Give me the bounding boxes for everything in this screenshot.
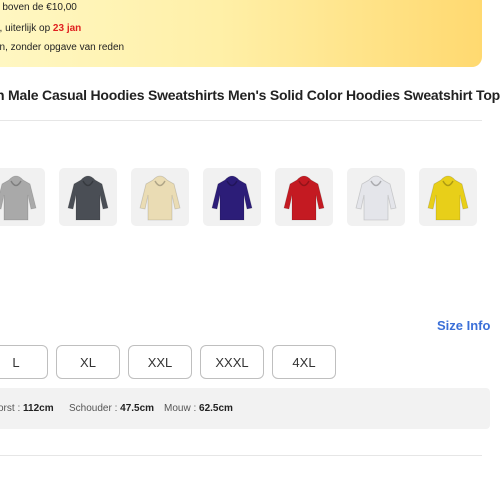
hoodie-icon (0, 175, 37, 221)
color-swatch-dark-gray[interactable] (59, 168, 117, 226)
color-swatch-white[interactable] (347, 168, 405, 226)
measurement-shoulder-label: Schouder : (69, 403, 118, 414)
measurement-chest: orst : 112cm (0, 403, 54, 414)
size-option-l[interactable]: L (0, 345, 48, 379)
promo-free-shipping-text: n boven de €10,00 (0, 2, 77, 13)
promo-banner: n boven de €10,00 n, uiterlijk op 23 jan… (0, 0, 482, 67)
hoodie-icon (427, 175, 469, 221)
color-swatch-yellow[interactable] (419, 168, 477, 226)
measurement-shoulder-value: 47.5cm (120, 403, 155, 414)
hoodie-icon (67, 175, 109, 221)
size-option-xxxl[interactable]: XXXL (200, 345, 264, 379)
color-swatch-red[interactable] (275, 168, 333, 226)
hoodie-icon (139, 175, 181, 221)
measurement-sleeve: Mouw : 62.5cm (164, 403, 233, 414)
promo-delivery-text: n, uiterlijk op 23 jan (0, 23, 81, 34)
color-swatch-beige[interactable] (131, 168, 189, 226)
product-title: n Male Casual Hoodies Sweatshirts Men's … (0, 87, 500, 103)
size-option-4xl[interactable]: 4XL (272, 345, 336, 379)
hoodie-icon (211, 175, 253, 221)
divider (0, 120, 482, 121)
size-measurements: orst : 112cm Schouder : 47.5cm Mouw : 62… (0, 388, 490, 429)
hoodie-icon (355, 175, 397, 221)
divider (0, 455, 482, 456)
promo-returns-text: en, zonder opgave van reden (0, 42, 125, 53)
color-swatch-navy-purple[interactable] (203, 168, 261, 226)
measurement-chest-value: 112cm (23, 403, 54, 414)
promo-delivery-prefix: n, uiterlijk op (0, 23, 51, 34)
measurement-shoulder: Schouder : 47.5cm (69, 403, 154, 414)
size-option-xl[interactable]: XL (56, 345, 120, 379)
color-swatch-gray[interactable] (0, 168, 45, 226)
measurement-sleeve-value: 62.5cm (199, 403, 233, 414)
hoodie-icon (283, 175, 325, 221)
measurement-sleeve-label: Mouw : (164, 403, 197, 414)
size-info-link[interactable]: Size Info (437, 318, 490, 333)
size-option-xxl[interactable]: XXL (128, 345, 192, 379)
measurement-chest-label: orst : (0, 403, 21, 414)
promo-delivery-date: 23 jan (52, 23, 82, 34)
